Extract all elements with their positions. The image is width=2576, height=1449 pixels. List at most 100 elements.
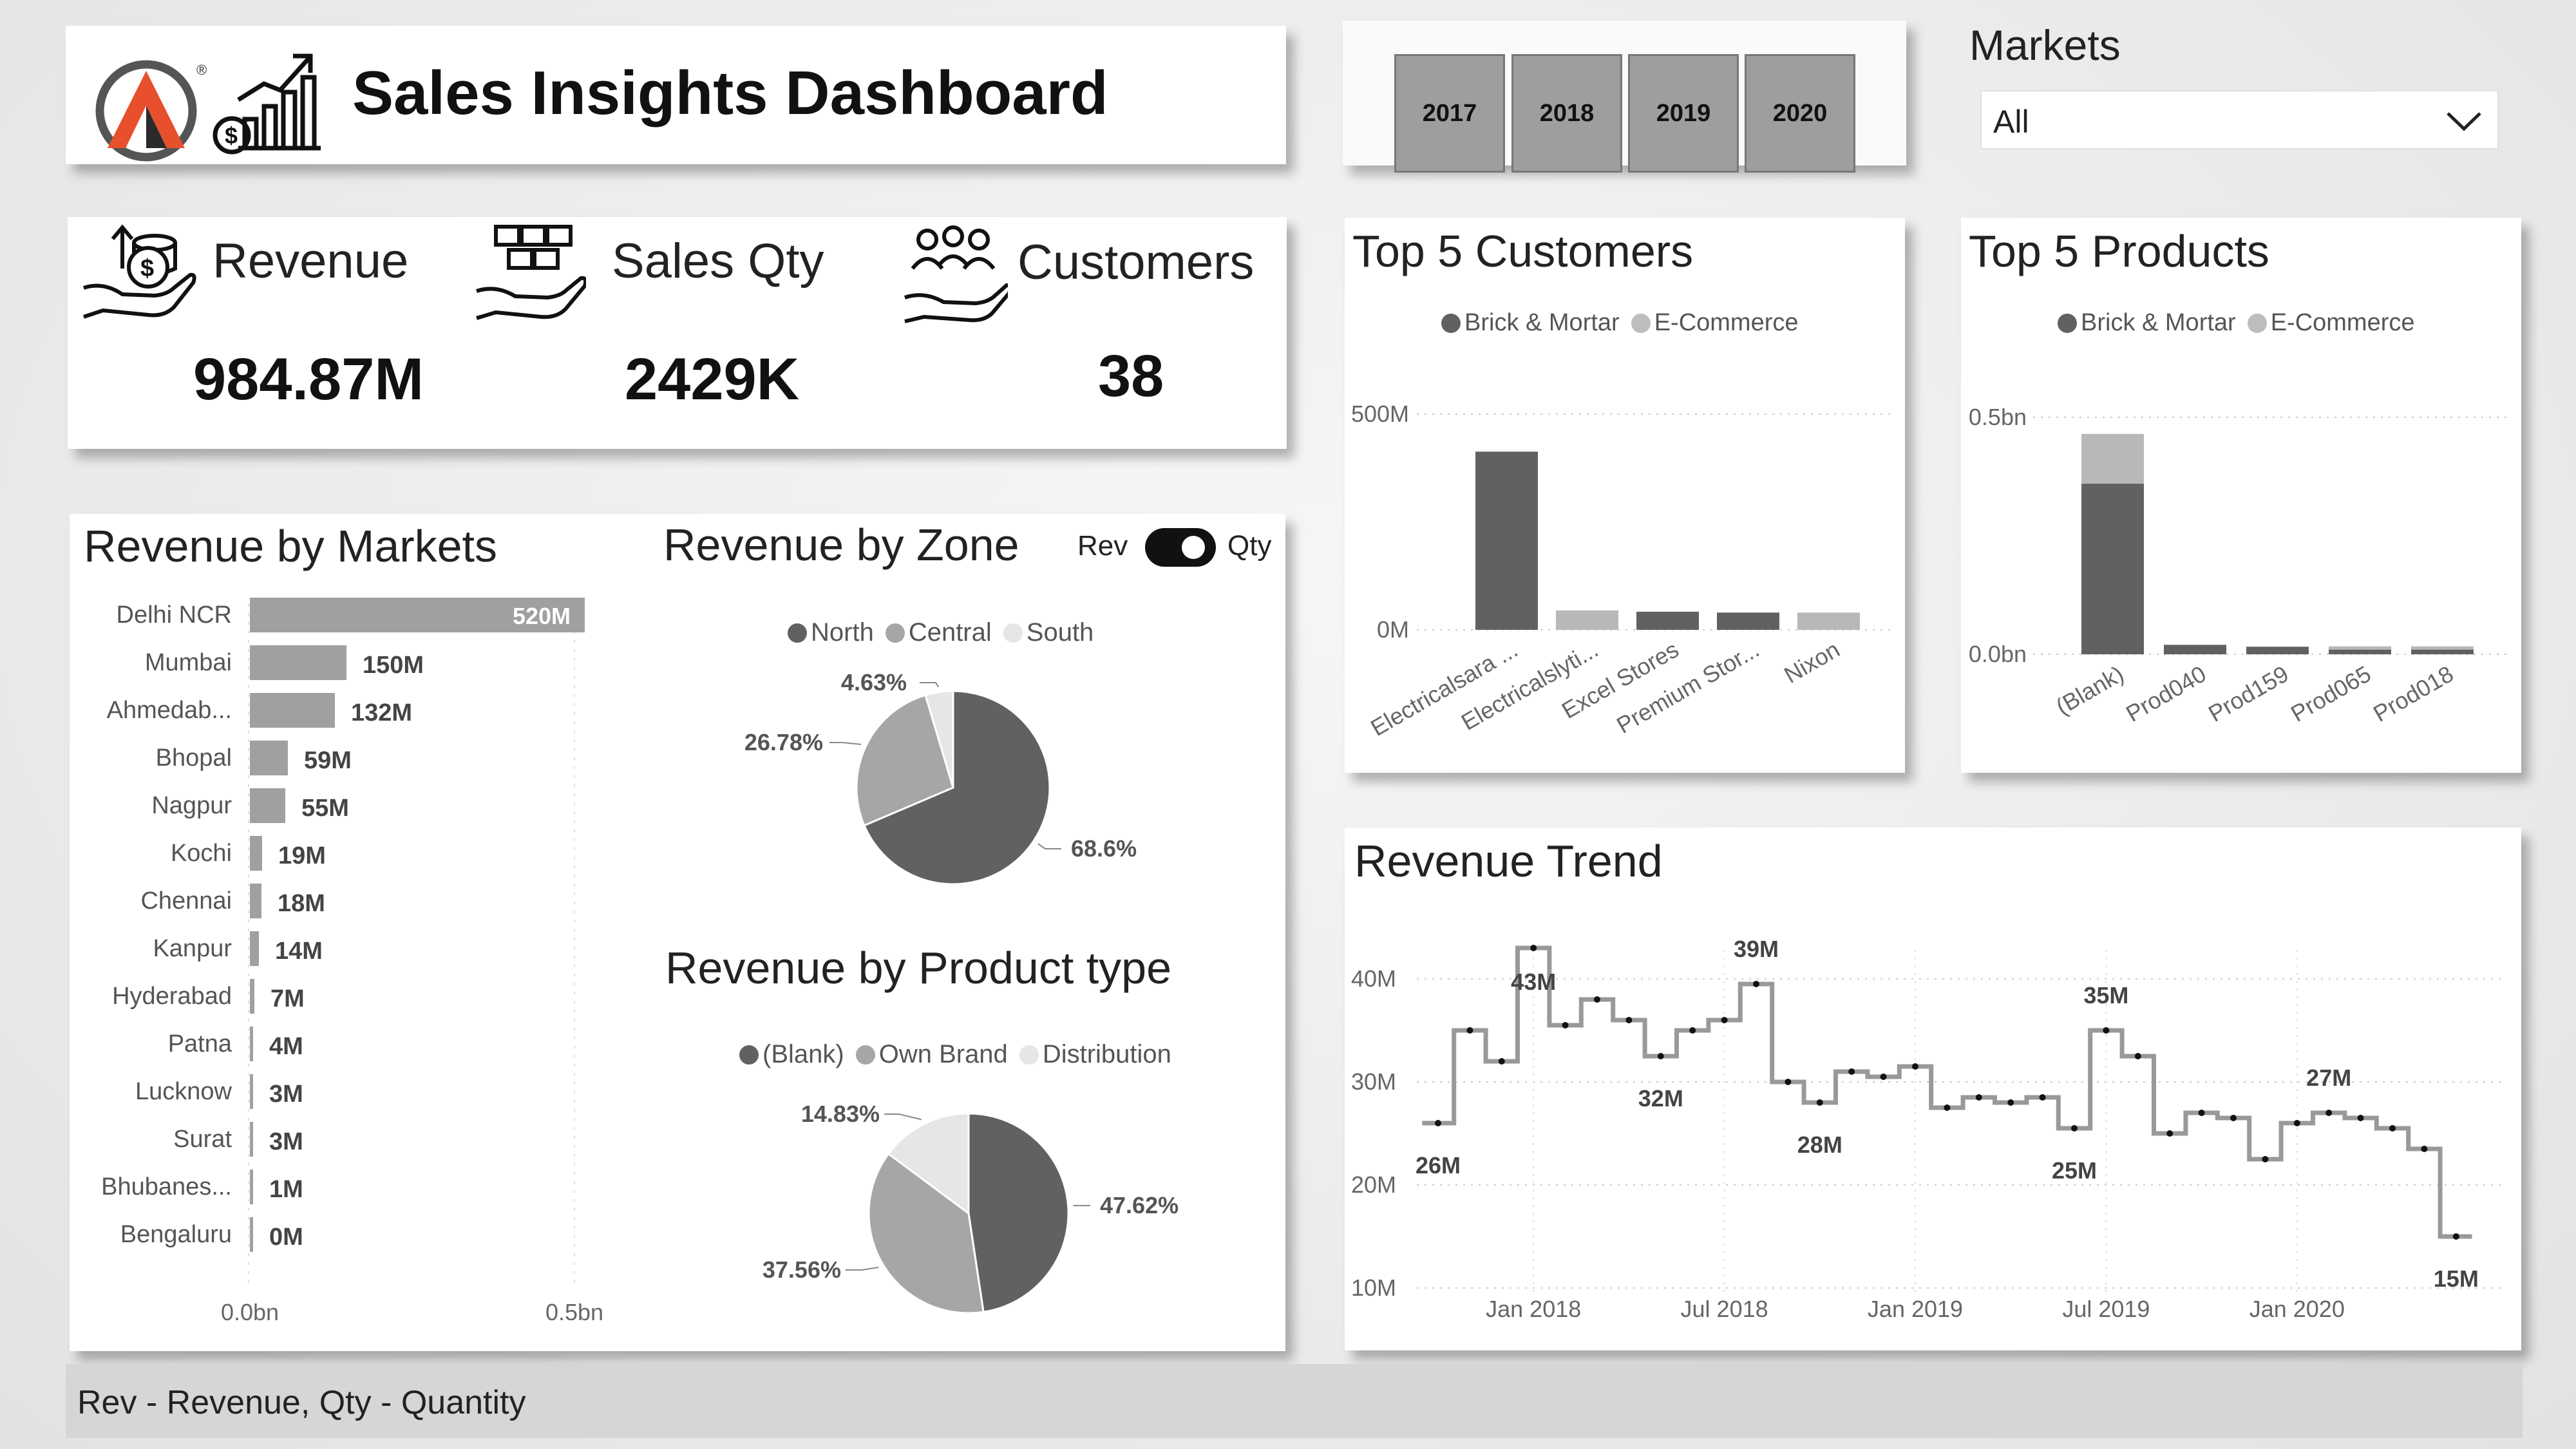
revenue-by-zone-chart: 68.6% 26.78% 4.63% [744,669,1137,886]
top-customers-chart: 500M 0M Electricalsara ...Electricalslyt… [1351,401,1892,741]
customer-category-label: Nixon [1779,636,1844,688]
zone-value-label: 68.6% [1071,835,1137,862]
year-button-2020[interactable]: 2020 [1745,54,1855,173]
trend-point [1753,981,1759,987]
customer-bar [1717,612,1779,630]
zone-value-label: 26.78% [744,729,823,755]
y-tick: 0.5bn [1969,404,2027,430]
trend-value-label: 39M [1734,936,1779,962]
trend-point [2103,1027,2110,1034]
y-tick: 20M [1351,1171,1396,1198]
ptype-value-label: 47.62% [1100,1192,1179,1218]
x-tick: Jan 2020 [2249,1296,2345,1322]
trend-point [1498,1058,1505,1065]
trend-point [1785,1079,1792,1085]
trend-point [2230,1115,2237,1121]
trend-point [2166,1130,2174,1137]
x-tick: Jul 2018 [1681,1296,1768,1322]
trend-value-label: 26M [1416,1152,1461,1179]
revenue-label: Revenue [213,234,409,289]
product-bar [2329,646,2391,650]
revenue-by-product-type-chart: 47.62% 37.56% 14.83% [762,1101,1179,1314]
ptype-leader-line [884,1113,922,1121]
x-tick: Jul 2019 [2062,1296,2150,1322]
trend-point [1944,1104,1951,1111]
revenue-breakdown-card: Revenue by Markets 0.0bn 0.5bn Delhi NCR… [70,514,1285,1351]
product-bar [2246,647,2309,654]
y-tick: 40M [1351,965,1396,992]
year-button-2019[interactable]: 2019 [1628,54,1739,173]
growth-chart-icon: $ [213,53,321,155]
trend-point [1530,945,1537,951]
svg-text:$: $ [225,122,238,149]
trend-value-label: 15M [2434,1265,2479,1292]
trend-value-label: 27M [2306,1065,2351,1091]
product-bar [2081,484,2144,654]
kpi-card: $ Revenue 984.87M Sales Qty 2429K Custom… [68,217,1287,449]
sales-qty-value: 2429K [625,346,800,412]
trend-point [1816,1099,1823,1106]
product-bar [2329,649,2391,654]
trend-point [1625,1017,1633,1023]
y-tick: 10M [1351,1274,1396,1301]
customer-category-label: Electricalslyti... [1457,636,1603,735]
trend-value-label: 32M [1638,1085,1683,1112]
ptype-leader-line [846,1266,879,1271]
zone-leader-line [1037,843,1061,849]
customer-bar [1475,451,1538,630]
trend-point [2389,1125,2396,1132]
product-bar [2411,646,2474,650]
zone-leader-line [920,682,939,688]
zone-value-label: 4.63% [841,669,907,696]
product-category-label: Prod065 [2286,660,2375,727]
ptype-value-label: 14.83% [801,1101,880,1127]
year-button-2017[interactable]: 2017 [1394,54,1505,173]
y-tick: 500M [1351,401,1409,427]
revenue-icon: $ [83,224,196,319]
trend-point [2198,1110,2205,1116]
customer-bar [1636,611,1699,630]
chevron-down-icon[interactable] [2445,109,2483,133]
ptype-value-label: 37.56% [762,1256,841,1283]
year-button-2018[interactable]: 2018 [1511,54,1622,173]
svg-text:$: $ [140,255,154,282]
revenue-value: 984.87M [193,346,424,412]
company-logo-icon: ® [95,60,207,162]
trend-point [1435,1120,1441,1126]
y-tick: 30M [1351,1068,1396,1095]
top-products-card: Top 5 Products Brick & Mortar E-Commerce… [1961,218,2521,773]
revenue-trend-card: Revenue Trend 40M 30M 20M 10M Jan 2018 Jul 20… [1345,828,2521,1350]
year-slicer-card: 2017 2018 2019 2020 [1343,21,1906,173]
trend-line [1422,945,2472,1239]
markets-dropdown[interactable]: All [1980,90,2499,149]
trend-point [2007,1099,2014,1106]
ptype-slice [967,1112,1070,1313]
product-category-label: Prod040 [2121,660,2210,727]
revenue-trend-chart: 40M 30M 20M 10M Jan 2018 Jul 2018 Jan 2019 Jul … [1351,936,2504,1322]
svg-text:®: ® [196,62,207,78]
product-bar [2411,649,2474,654]
customers-label: Customers [1018,235,1255,290]
trend-point [2262,1156,2269,1162]
trend-point [2452,1233,2459,1240]
markets-dropdown-value: All [1993,104,2029,140]
product-category-label: (Blank) [2051,660,2128,720]
trend-value-label: 43M [1511,969,1556,995]
trend-point [2421,1146,2428,1152]
customers-icon [904,225,1008,323]
customer-bar [1556,610,1618,630]
top-customers-card: Top 5 Customers Brick & Mortar E-Commerc… [1345,218,1905,773]
trend-point [1689,1027,1696,1034]
sales-qty-label: Sales Qty [612,234,824,289]
top-products-chart: 0.5bn 0.0bn (Blank)Prod040Prod159Prod065… [1969,404,2508,727]
trend-point [1975,1094,1982,1101]
trend-point [1721,1017,1728,1023]
trend-point [1466,1027,1473,1034]
customer-bar [1797,612,1860,630]
trend-point [2039,1094,2046,1101]
product-bar [2081,433,2144,484]
trend-value-label: 35M [2083,982,2128,1009]
y-tick: 0.0bn [1969,641,2027,667]
trend-point [2357,1115,2364,1121]
trend-value-label: 28M [1797,1132,1842,1158]
